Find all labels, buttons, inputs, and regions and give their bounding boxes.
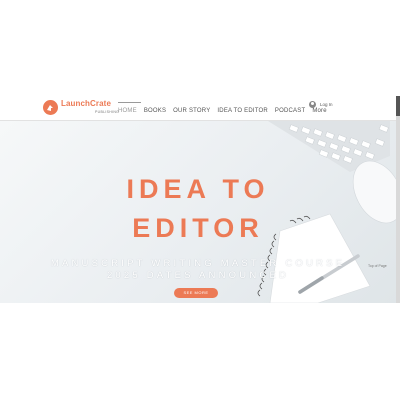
nav-item-podcast[interactable]: PODCAST bbox=[275, 108, 305, 118]
nav-item-our-story[interactable]: OUR STORY bbox=[173, 108, 210, 118]
hero-subtitle-line1: MANUSCRIPT WRITING MASTER COURSE bbox=[50, 258, 346, 269]
site-header: LaunchCrate PUBLISHING HOME BOOKS OUR ST… bbox=[0, 96, 396, 121]
hero-subtitle-line2: 2025 DATES ANNOUNCED bbox=[106, 270, 290, 281]
scrollbar-thumb[interactable] bbox=[396, 96, 400, 116]
login-button[interactable]: Log In bbox=[309, 100, 333, 108]
login-label: Log In bbox=[320, 101, 333, 107]
brand-tagline: PUBLISHING bbox=[95, 110, 120, 114]
see-more-button[interactable]: SEE MORE bbox=[174, 288, 218, 298]
top-of-page-link[interactable]: Top of Page bbox=[368, 264, 387, 268]
user-avatar-icon bbox=[309, 100, 316, 108]
brand-name: LaunchCrate bbox=[61, 99, 111, 108]
nav-item-idea-to-editor[interactable]: IDEA TO EDITOR bbox=[217, 108, 267, 118]
active-nav-indicator bbox=[118, 102, 141, 103]
main-nav: HOME BOOKS OUR STORY IDEA TO EDITOR PODC… bbox=[118, 108, 327, 118]
nav-item-books[interactable]: BOOKS bbox=[144, 108, 166, 118]
hero-headline-line1: IDEA TO bbox=[126, 174, 270, 204]
nav-item-more[interactable]: More bbox=[312, 108, 326, 118]
page-scrollbar[interactable] bbox=[396, 96, 400, 303]
hero-headline-line2: EDITOR bbox=[132, 213, 264, 243]
nav-item-home[interactable]: HOME bbox=[118, 108, 137, 118]
logo-icon bbox=[43, 100, 58, 115]
